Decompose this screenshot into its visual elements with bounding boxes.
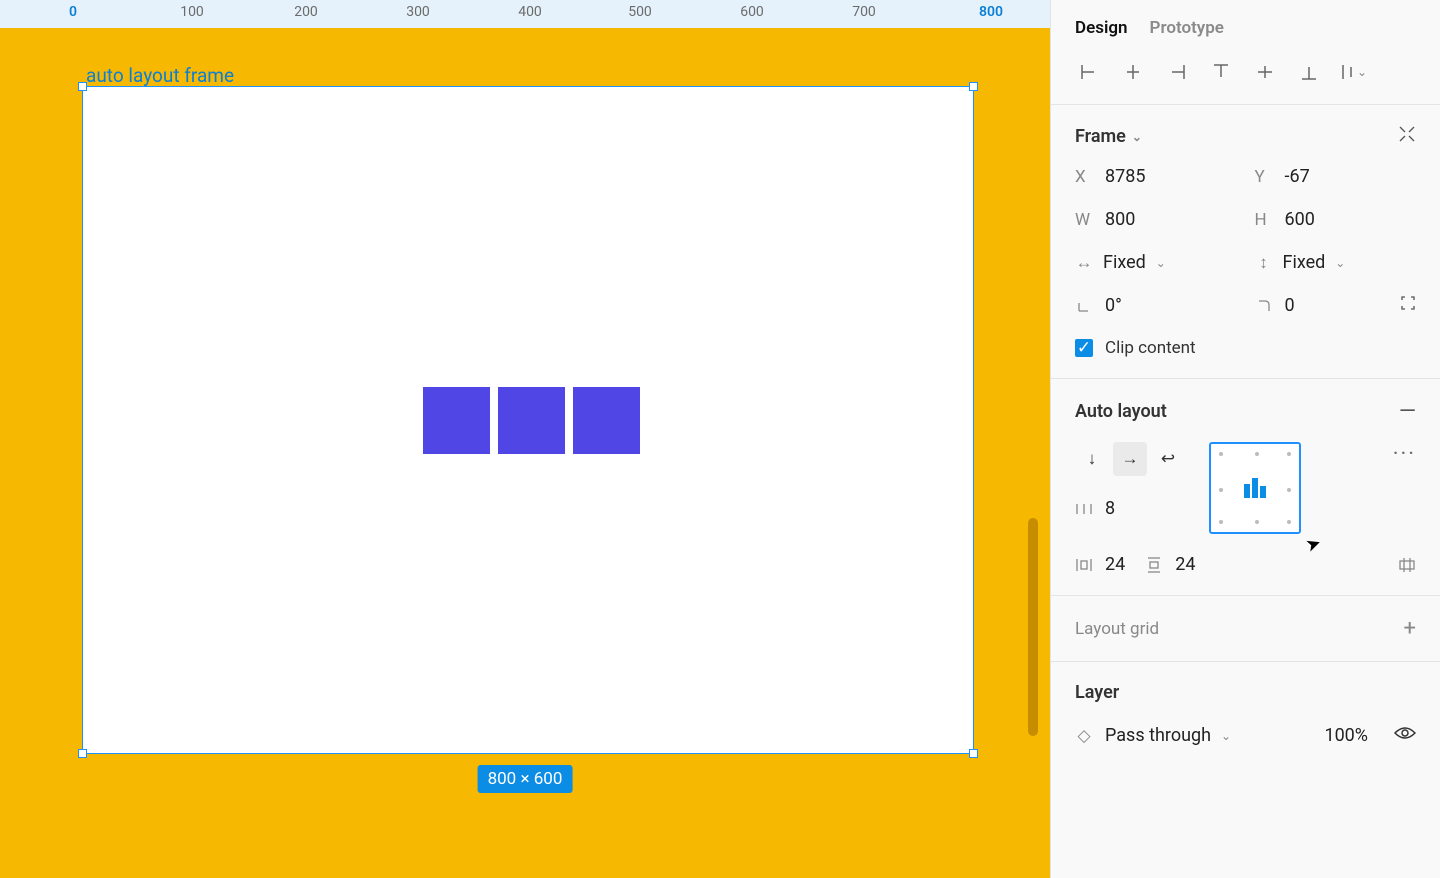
blend-mode-dropdown[interactable]: Pass through ⌄ (1105, 725, 1231, 746)
canvas[interactable]: 0 100 200 300 400 500 600 700 800 auto l… (0, 0, 1050, 878)
distribute-icon[interactable]: ⌄ (1339, 58, 1367, 86)
ruler-tick: 300 (406, 4, 430, 20)
y-field[interactable]: Y -67 (1255, 166, 1417, 187)
resize-handle-br[interactable] (969, 749, 978, 758)
alignment-center-indicator-icon (1244, 478, 1266, 498)
direction-group: ↓ → ↩ (1075, 442, 1185, 476)
ruler-tick: 500 (628, 4, 652, 20)
checkmark-icon: ✓ (1075, 339, 1093, 357)
horizontal-padding-field[interactable]: 24 (1075, 554, 1125, 575)
vertical-padding-icon (1145, 556, 1163, 574)
selected-frame[interactable] (82, 86, 974, 754)
properties-panel: Design Prototype ⌄ Frame⌄ (1050, 0, 1440, 878)
corner-radius-icon (1255, 297, 1273, 315)
tab-prototype[interactable]: Prototype (1150, 18, 1224, 38)
alignment-box[interactable] (1209, 442, 1301, 534)
layer-section-title: Layer (1075, 682, 1416, 703)
ruler-tick: 700 (852, 4, 876, 20)
panel-tabs: Design Prototype (1051, 0, 1440, 50)
ruler-tick: 100 (180, 4, 204, 20)
x-field[interactable]: X 8785 (1075, 166, 1237, 187)
vertical-resize-dropdown[interactable]: ↕ Fixed ⌄ (1255, 252, 1417, 273)
canvas-scrollbar-vertical[interactable] (1028, 518, 1038, 736)
ruler-tick: 200 (294, 4, 318, 20)
frame-name-label[interactable]: auto layout frame (86, 64, 234, 87)
horizontal-resize-icon: ↔ (1075, 254, 1093, 272)
align-top-icon[interactable] (1207, 58, 1235, 86)
rotation-field[interactable]: 0° (1075, 295, 1237, 316)
add-layout-grid-button[interactable]: + (1404, 616, 1416, 641)
vertical-resize-icon: ↕ (1255, 254, 1273, 272)
blend-mode-icon: ◇ (1075, 727, 1093, 745)
resize-to-fit-icon[interactable] (1398, 125, 1416, 148)
layout-grid-section: Layout grid + (1051, 596, 1440, 662)
tab-design[interactable]: Design (1075, 18, 1128, 38)
horizontal-padding-icon (1075, 556, 1093, 574)
h-field[interactable]: H 600 (1255, 209, 1417, 230)
ruler-tick: 400 (518, 4, 542, 20)
align-right-icon[interactable] (1163, 58, 1191, 86)
child-rect[interactable] (498, 387, 565, 454)
independent-padding-icon[interactable] (1398, 556, 1416, 574)
ruler-horizontal: 0 100 200 300 400 500 600 700 800 (0, 0, 1050, 28)
layer-section: Layer ◇ Pass through ⌄ 100% (1051, 662, 1440, 766)
visibility-toggle-icon[interactable] (1394, 725, 1416, 746)
ruler-tick: 600 (740, 4, 764, 20)
auto-layout-section: Auto layout — ↓ → ↩ 8 (1051, 379, 1440, 596)
direction-horizontal-button[interactable]: → (1113, 442, 1147, 476)
child-rect[interactable] (423, 387, 490, 454)
gap-field[interactable]: 8 (1075, 498, 1185, 519)
direction-wrap-button[interactable]: ↩ (1151, 442, 1185, 476)
align-bottom-icon[interactable] (1295, 58, 1323, 86)
ruler-tick: 0 (69, 4, 77, 20)
auto-layout-advanced-button[interactable]: ··· (1393, 442, 1416, 467)
w-field[interactable]: W 800 (1075, 209, 1237, 230)
independent-corners-icon[interactable] (1400, 295, 1416, 316)
opacity-field[interactable]: 100% (1324, 725, 1368, 746)
selection-dimensions-badge: 800 × 600 (478, 765, 573, 793)
vertical-padding-field[interactable]: 24 (1145, 554, 1195, 575)
resize-handle-tr[interactable] (969, 82, 978, 91)
child-rect[interactable] (573, 387, 640, 454)
align-hcenter-icon[interactable] (1119, 58, 1147, 86)
resize-handle-tl[interactable] (78, 82, 87, 91)
alignment-row: ⌄ (1051, 50, 1440, 105)
auto-layout-title: Auto layout (1075, 401, 1167, 422)
auto-layout-children (423, 387, 640, 454)
align-left-icon[interactable] (1075, 58, 1103, 86)
resize-handle-bl[interactable] (78, 749, 87, 758)
direction-vertical-button[interactable]: ↓ (1075, 442, 1109, 476)
layout-grid-title: Layout grid (1075, 619, 1159, 639)
align-vcenter-icon[interactable] (1251, 58, 1279, 86)
corner-radius-field[interactable]: 0 (1255, 295, 1417, 316)
horizontal-resize-dropdown[interactable]: ↔ Fixed ⌄ (1075, 252, 1237, 273)
gap-icon (1075, 500, 1093, 518)
frame-section: Frame⌄ X 8785 Y -67 W 800 (1051, 105, 1440, 379)
remove-autolayout-button[interactable]: — (1399, 399, 1416, 424)
ruler-tick: 800 (979, 4, 1003, 20)
angle-icon (1075, 297, 1093, 315)
clip-content-checkbox[interactable]: ✓ Clip content (1075, 338, 1416, 358)
frame-section-title[interactable]: Frame⌄ (1075, 126, 1142, 147)
